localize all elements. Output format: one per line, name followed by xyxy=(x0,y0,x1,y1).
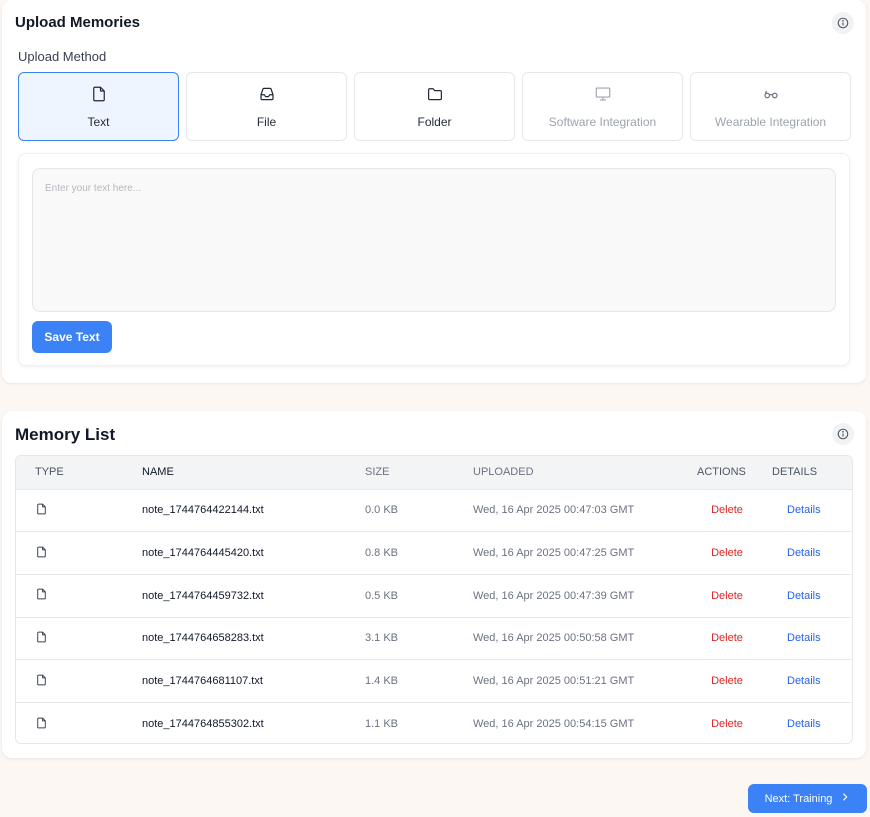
memory-size: 0.5 KB xyxy=(365,573,473,618)
memory-name: note_1744764459732.txt xyxy=(142,573,365,618)
memory-name: note_1744764422144.txt xyxy=(142,504,264,517)
method-file-button[interactable]: File xyxy=(186,72,347,141)
upload-method-label: Upload Method xyxy=(18,49,107,64)
table-row: note_1744764681107.txt 1.4 KB Wed, 16 Ap… xyxy=(16,659,852,703)
method-software-integration-button[interactable]: Software Integration xyxy=(522,72,683,141)
table-row: note_1744764459732.txt 0.5 KB Wed, 16 Ap… xyxy=(16,573,852,618)
file-icon xyxy=(16,531,142,575)
file-icon xyxy=(16,489,142,532)
table-row: note_1744764658283.txt 3.1 KB Wed, 16 Ap… xyxy=(16,616,852,660)
save-text-button[interactable]: Save Text xyxy=(32,321,112,353)
folder-icon xyxy=(426,85,444,108)
memory-table: Type Name Size Uploaded Actions Details … xyxy=(15,455,853,744)
memory-text-input[interactable] xyxy=(32,168,836,312)
details-link[interactable]: Details xyxy=(787,632,821,644)
column-header-details: Details xyxy=(772,456,852,490)
column-header-actions: Actions xyxy=(682,456,772,490)
memory-uploaded: Wed, 16 Apr 2025 00:47:25 GMT xyxy=(473,531,682,575)
details-link[interactable]: Details xyxy=(787,504,821,516)
memory-size: 3.1 KB xyxy=(365,616,473,660)
next-training-button[interactable]: Next: Training xyxy=(748,784,867,813)
column-header-type: Type xyxy=(16,456,142,490)
memory-name: note_1744764855302.txt xyxy=(142,701,365,743)
method-wearable-integration-label: Wearable Integration xyxy=(714,114,827,129)
memory-size: 1.4 KB xyxy=(365,659,473,703)
memory-name: note_1744764658283.txt xyxy=(142,616,365,660)
table-row: note_1744764422144.txt 0.0 KB Wed, 16 Ap… xyxy=(16,489,852,532)
file-icon xyxy=(16,573,142,618)
column-header-size: Size xyxy=(365,456,473,490)
column-header-name: Name xyxy=(142,456,365,490)
memory-size: 0.8 KB xyxy=(365,531,473,575)
details-link[interactable]: Details xyxy=(787,675,821,687)
table-header-row: Type Name Size Uploaded Actions Details xyxy=(16,456,852,490)
upload-method-selector: Text File Folder Software Integration We… xyxy=(18,72,851,141)
text-upload-panel: Save Text xyxy=(18,153,850,366)
table-row: note_1744764855302.txt 1.1 KB Wed, 16 Ap… xyxy=(16,701,852,743)
column-header-uploaded: Uploaded xyxy=(473,456,682,490)
memory-list-title: Memory List xyxy=(15,425,116,444)
method-wearable-integration-button[interactable]: Wearable Integration xyxy=(690,72,851,141)
file-icon xyxy=(16,701,142,743)
details-link[interactable]: Details xyxy=(787,547,821,559)
details-link[interactable]: Details xyxy=(787,718,821,730)
info-icon[interactable] xyxy=(832,12,854,34)
memory-list-card: Memory List Type Name Size Uploaded Acti… xyxy=(2,411,866,758)
memory-name: note_1744764445420.txt xyxy=(142,531,365,575)
memory-uploaded: Wed, 16 Apr 2025 00:54:15 GMT xyxy=(473,701,682,743)
delete-button[interactable]: Delete xyxy=(711,504,743,516)
method-software-integration-label: Software Integration xyxy=(548,114,657,129)
file-icon xyxy=(16,659,142,703)
method-text-label: Text xyxy=(87,114,110,129)
glasses-icon xyxy=(761,85,781,108)
file-icon xyxy=(16,616,142,660)
delete-button[interactable]: Delete xyxy=(711,547,743,559)
memory-uploaded: Wed, 16 Apr 2025 00:51:21 GMT xyxy=(473,659,682,703)
memory-size: 0.0 KB xyxy=(365,504,399,517)
method-text-button[interactable]: Text xyxy=(18,72,179,141)
memory-name: note_1744764681107.txt xyxy=(142,659,365,703)
inbox-icon xyxy=(258,85,276,108)
delete-button[interactable]: Delete xyxy=(711,675,743,687)
memory-uploaded: Wed, 16 Apr 2025 00:47:39 GMT xyxy=(473,573,682,618)
method-folder-label: Folder xyxy=(417,114,452,129)
upload-memories-card: Upload Memories Upload Method Text File … xyxy=(2,0,866,383)
chevron-right-icon xyxy=(840,792,850,805)
document-icon xyxy=(90,85,108,108)
method-file-label: File xyxy=(256,114,277,129)
memory-size: 1.1 KB xyxy=(365,701,473,743)
delete-button[interactable]: Delete xyxy=(711,632,743,644)
delete-button[interactable]: Delete xyxy=(711,590,743,602)
upload-memories-title: Upload Memories xyxy=(15,14,141,31)
monitor-icon xyxy=(593,85,613,108)
delete-button[interactable]: Delete xyxy=(711,718,743,730)
details-link[interactable]: Details xyxy=(787,590,821,602)
next-training-label: Next: Training xyxy=(764,792,833,805)
table-row: note_1744764445420.txt 0.8 KB Wed, 16 Ap… xyxy=(16,531,852,575)
info-icon[interactable] xyxy=(832,423,854,445)
memory-uploaded: Wed, 16 Apr 2025 00:50:58 GMT xyxy=(473,616,682,660)
method-folder-button[interactable]: Folder xyxy=(354,72,515,141)
memory-uploaded: Wed, 16 Apr 2025 00:47:03 GMT xyxy=(473,504,635,517)
